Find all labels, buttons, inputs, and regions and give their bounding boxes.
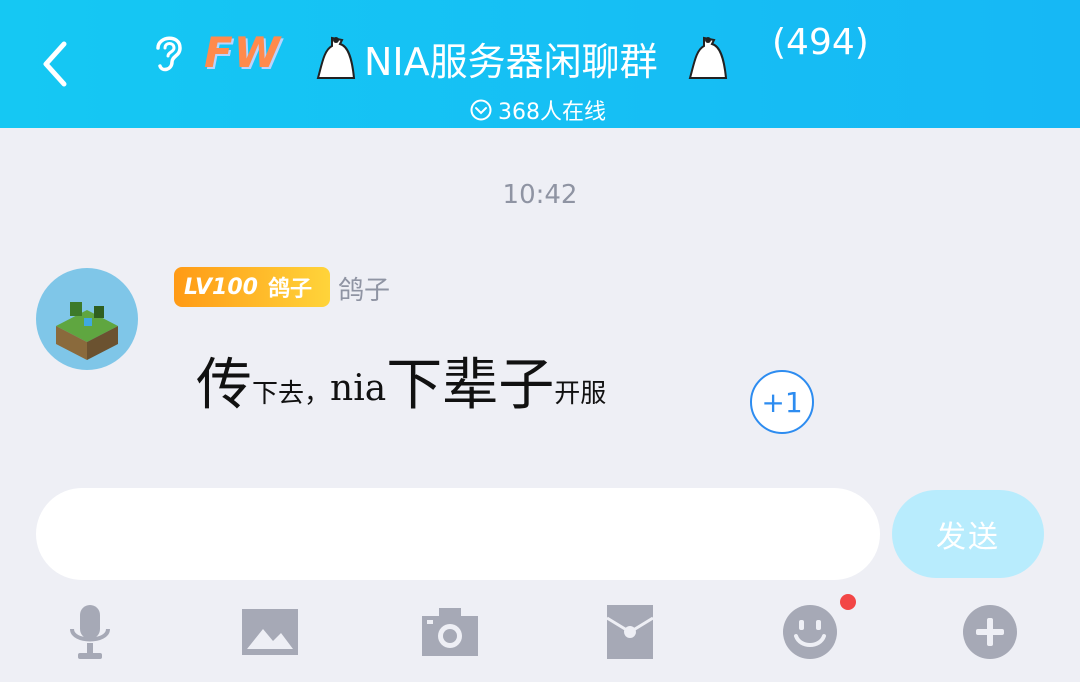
camera-icon <box>422 608 478 656</box>
message-timestamp: 10:42 <box>502 180 578 210</box>
group-title-row[interactable]: NIA服务器闲聊群 <box>314 30 730 86</box>
camera-button[interactable] <box>420 602 480 662</box>
back-button[interactable] <box>34 38 78 90</box>
microphone-icon <box>70 605 110 659</box>
plus-one-button[interactable]: +1 <box>750 370 814 434</box>
microphone-button[interactable] <box>60 602 120 662</box>
ear-icon <box>150 30 186 74</box>
emoji-icon <box>783 605 837 659</box>
group-logo: FW <box>204 28 282 77</box>
badge-title: 鸽子 <box>267 277 312 302</box>
input-toolbar <box>0 596 1080 666</box>
plus-icon <box>963 605 1017 659</box>
group-title: NIA服务器闲聊群 <box>364 39 658 84</box>
send-button[interactable]: 发送 <box>892 490 1044 578</box>
online-status[interactable]: 368人在线 <box>470 96 606 125</box>
avatar[interactable] <box>36 268 138 370</box>
online-count-text: 368人在线 <box>498 100 606 125</box>
message-segment: 传 <box>196 353 252 418</box>
ghost-icon <box>688 36 727 79</box>
emoji-button[interactable] <box>780 602 840 662</box>
level-text: LV100 <box>184 274 258 300</box>
chat-header: FW NIA服务器闲聊群 (494) 368人在线 <box>0 0 1080 128</box>
ghost-icon <box>316 36 356 79</box>
red-packet-button[interactable] <box>600 602 660 662</box>
level-badge: LV100 鸽子 <box>174 267 330 307</box>
image-button[interactable] <box>240 602 300 662</box>
chevron-left-icon <box>43 41 67 87</box>
sender-nickname[interactable]: 鸽子 <box>338 270 390 307</box>
more-button[interactable] <box>960 602 1020 662</box>
chevron-down-circle-icon <box>470 99 492 121</box>
message-bubble[interactable]: 传 下去， nia 下辈子 开服 <box>196 348 606 418</box>
message-segment: 开服 <box>554 379 607 409</box>
message-segment: nia <box>330 368 387 409</box>
member-count: (494) <box>772 22 869 63</box>
message-input[interactable] <box>36 488 880 580</box>
image-icon <box>242 609 298 655</box>
red-packet-icon <box>606 605 654 659</box>
notification-dot <box>840 594 856 610</box>
message-segment: 下去， <box>252 379 331 409</box>
message-segment: 下辈子 <box>386 353 555 418</box>
